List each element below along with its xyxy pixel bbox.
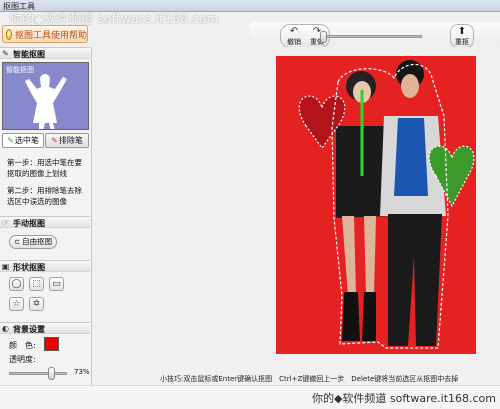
step-two-text: 第二步：用排除笔去除选区中误选的图像 <box>7 186 82 206</box>
undo-button[interactable]: ↶ 撤销 <box>283 26 305 48</box>
zoom-slider-thumb[interactable] <box>320 31 327 43</box>
ellipse-shape-button[interactable]: ◯ <box>9 277 24 291</box>
photo-image[interactable] <box>276 56 476 354</box>
opacity-slider-thumb[interactable] <box>48 367 56 380</box>
opacity-label: 透明度: <box>9 355 36 364</box>
help-button-label: 抠图工具使用帮助 <box>14 30 87 41</box>
section-smart-header[interactable]: ✎ 智能抠图 <box>0 47 90 59</box>
zoom-slider[interactable] <box>320 31 422 43</box>
magic-icon: ✎ <box>2 49 9 58</box>
select-pen-label: 选中笔 <box>14 136 39 145</box>
badge-star-shape-button[interactable]: ✡ <box>29 297 44 311</box>
undo-label: 撤销 <box>287 38 301 46</box>
star-icon: ☆ <box>12 299 21 309</box>
tip-text: 小技巧:双击鼠标或Enter键确认抠图 Ctrl+Z键撤回上一步 Delete键… <box>160 375 459 383</box>
canvas-area[interactable]: 小技巧:双击鼠标或Enter键确认抠图 Ctrl+Z键撤回上一步 Delete键… <box>93 47 500 385</box>
free-cutout-button[interactable]: ⊂ 自由抠图 <box>9 235 57 249</box>
reset-button[interactable]: ⬆ 重抠 <box>450 24 474 48</box>
badge-star-icon: ✡ <box>32 299 41 309</box>
step-one-text: 第一步：用选中笔在要抠取的图像上划线 <box>7 158 82 178</box>
pen-icon: ✎ <box>7 136 14 145</box>
smart-preview: 智能抠图 <box>2 62 89 130</box>
rounded-rect-shape-button[interactable]: ▭ <box>49 277 64 291</box>
hand-icon: ☞ <box>1 218 10 227</box>
undo-icon: ↶ <box>289 26 299 37</box>
color-swatch[interactable] <box>44 337 59 351</box>
section-manual-header[interactable]: ☞ 手动抠图 <box>0 216 90 228</box>
lasso-icon: ⊂ <box>13 237 21 246</box>
reset-icon: ⬆ <box>457 26 467 37</box>
watermark-bottom: 你的◆软件频道 software.it168.com <box>311 392 496 405</box>
section-smart-title: 智能抠图 <box>13 50 45 59</box>
select-pen-button[interactable]: ✎选中笔 <box>2 133 44 148</box>
ellipse-icon: ◯ <box>11 279 22 289</box>
opacity-slider[interactable] <box>9 367 67 380</box>
lightbulb-icon <box>6 28 12 40</box>
shapes-icon: ▣ <box>1 262 10 271</box>
section-shape-header[interactable]: ▣ 形状抠图 <box>0 260 90 272</box>
section-mask-header[interactable]: ◐ 背景设置 <box>0 322 90 334</box>
rounded-rect-icon: ▭ <box>52 279 61 289</box>
opacity-value: 73% <box>74 368 90 376</box>
rect-select-icon: ⬚ <box>32 279 41 289</box>
erase-pen-button[interactable]: ✎排除笔 <box>45 133 89 148</box>
rect-shape-button[interactable]: ⬚ <box>29 277 44 291</box>
star-shape-button[interactable]: ☆ <box>9 297 24 311</box>
erase-pen-label: 排除笔 <box>58 136 83 145</box>
photo-illustration <box>276 56 476 354</box>
section-mask-title: 背景设置 <box>13 325 45 334</box>
status-bar: 你的◆软件频道 software.it168.com <box>0 385 500 409</box>
section-shape-title: 形状抠图 <box>13 263 45 272</box>
help-button[interactable]: 抠图工具使用帮助 <box>2 25 88 43</box>
left-panel: ✎ 智能抠图 智能抠图 ✎选中笔 ✎排除笔 第一步：用选中笔在要抠取的图像上划线… <box>0 47 92 385</box>
eraser-icon: ✎ <box>51 136 58 145</box>
palette-icon: ◐ <box>2 324 9 333</box>
section-manual-title: 手动抠图 <box>13 219 45 228</box>
smart-preview-caption: 智能抠图 <box>6 66 34 74</box>
reset-label: 重抠 <box>455 38 469 46</box>
color-label: 颜 色: <box>9 341 36 350</box>
free-cutout-label: 自由抠图 <box>22 237 53 246</box>
